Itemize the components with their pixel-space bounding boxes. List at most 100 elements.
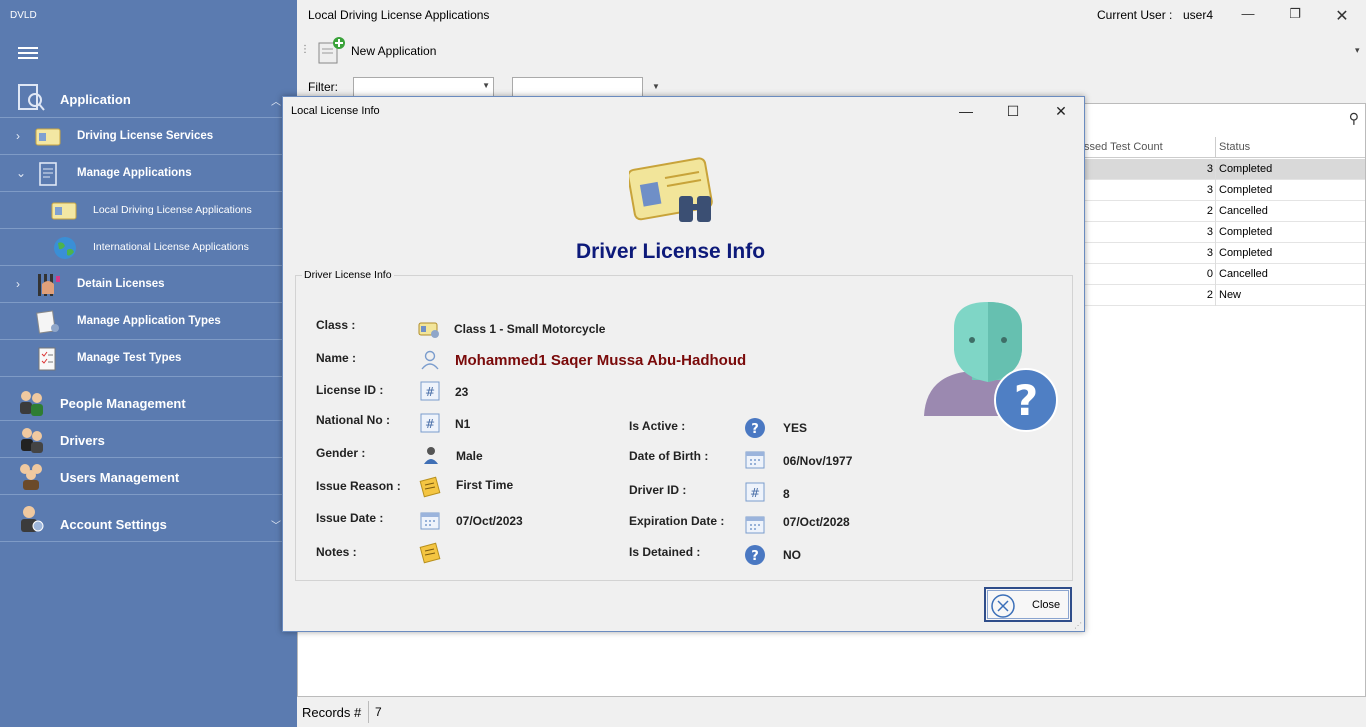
resize-grip[interactable]: ⋰	[1074, 621, 1082, 630]
cell-passed-test-count: 3	[1206, 247, 1213, 259]
svg-text:#: #	[425, 417, 435, 431]
sidebar: DVLD Application ︿ › Driving License Ser…	[0, 0, 297, 727]
minimize-icon[interactable]: —	[955, 103, 977, 119]
drivers-icon	[21, 428, 43, 453]
person-icon	[421, 350, 439, 370]
license-card-icon	[35, 128, 61, 146]
test-types-icon	[38, 347, 56, 371]
sidebar-group-label: Users Management	[60, 470, 180, 485]
restore-icon[interactable]: ❐	[1285, 6, 1305, 22]
globe-icon	[54, 237, 76, 259]
calendar-icon	[745, 451, 765, 469]
chevron-down-icon[interactable]: ⌄	[16, 166, 26, 180]
svg-text:#: #	[750, 486, 760, 500]
sidebar-group-application[interactable]: Application ︿	[0, 78, 287, 118]
id-number-icon: #	[745, 482, 765, 502]
sidebar-item-label: Driving License Services	[77, 130, 214, 142]
sidebar-item-driving-license-services[interactable]: › Driving License Services	[0, 119, 287, 155]
license-card-icon	[629, 157, 713, 222]
is-active-label: Is Active :	[629, 419, 686, 433]
menu-icon[interactable]	[18, 47, 38, 61]
maximize-icon[interactable]: ☐	[1002, 103, 1024, 120]
sidebar-group-users-management[interactable]: Users Management	[0, 458, 287, 495]
cell-passed-test-count: 3	[1206, 184, 1213, 196]
new-application-button[interactable]: New Application	[315, 34, 436, 68]
gender-value: Male	[456, 449, 483, 463]
current-user-value: user4	[1183, 8, 1214, 22]
account-settings-icon	[21, 506, 44, 532]
records-label: Records #	[302, 705, 362, 720]
cell-passed-test-count: 2	[1206, 205, 1213, 217]
cell-status: Completed	[1219, 163, 1273, 175]
sidebar-group-label: Account Settings	[60, 517, 167, 532]
chevron-down-icon[interactable]: ▼	[652, 82, 660, 91]
is-detained-value: NO	[783, 548, 801, 562]
sidebar-group-account-settings[interactable]: Account Settings ﹀	[0, 495, 287, 542]
close-button[interactable]: Close	[984, 587, 1072, 622]
gender-label: Gender :	[316, 446, 366, 460]
people-icon	[20, 391, 43, 416]
sidebar-item-manage-application-types[interactable]: Manage Application Types	[0, 304, 287, 340]
class-label: Class :	[316, 318, 356, 332]
application-types-icon	[36, 310, 59, 334]
sidebar-item-label: Manage Application Types	[77, 315, 221, 327]
question-icon: ?	[745, 545, 765, 565]
sidebar-item-detain-licenses[interactable]: › Detain Licenses	[0, 267, 287, 303]
class-value: Class 1 - Small Motorcycle	[454, 322, 606, 336]
calendar-icon	[745, 516, 765, 534]
name-label: Name :	[316, 351, 357, 365]
sidebar-group-people-management[interactable]: People Management	[0, 384, 287, 421]
users-icon	[20, 464, 42, 490]
new-application-label: New Application	[351, 44, 437, 58]
filter-column-select[interactable]: ▼	[353, 77, 494, 97]
cell-status: Completed	[1219, 226, 1273, 238]
column-header-status[interactable]: Status	[1219, 141, 1250, 153]
issue-reason-label: Issue Reason :	[316, 479, 401, 493]
cell-status: New	[1219, 289, 1242, 301]
minimize-icon[interactable]: —	[1238, 6, 1258, 21]
svg-text:#: #	[425, 385, 435, 399]
driver-license-info-group: Driver License Info Class : Class 1 - Sm…	[295, 269, 1073, 581]
chevron-up-icon[interactable]: ︿	[271, 93, 281, 108]
column-divider	[1215, 137, 1216, 158]
issue-reason-value: First Time	[456, 478, 514, 492]
close-button-label: Close	[1032, 599, 1061, 611]
filter-label: Filter:	[308, 80, 338, 94]
sidebar-group-label: Application	[60, 92, 131, 107]
chevron-right-icon[interactable]: ›	[16, 129, 20, 143]
chevron-right-icon[interactable]: ›	[16, 277, 20, 291]
app-title: DVLD	[10, 10, 37, 21]
sidebar-group-label: People Management	[60, 396, 186, 411]
sidebar-group-drivers[interactable]: Drivers	[0, 421, 287, 458]
cell-status: Completed	[1219, 184, 1273, 196]
chevron-down-icon[interactable]: ﹀	[271, 517, 281, 532]
group-title: Driver License Info	[302, 269, 394, 281]
sidebar-item-local-driving-license-applications[interactable]: Local Driving License Applications	[0, 193, 287, 229]
cell-status: Cancelled	[1219, 205, 1268, 217]
date-of-birth-label: Date of Birth :	[629, 449, 709, 463]
is-detained-label: Is Detained :	[629, 545, 701, 559]
filter-value-input[interactable]	[512, 77, 643, 97]
sidebar-item-international-license-applications[interactable]: International License Applications	[0, 230, 287, 266]
close-icon[interactable]: ✕	[1050, 103, 1072, 120]
new-application-icon	[318, 37, 345, 64]
local-license-info-dialog: Local License Info — ☐ ✕ Driver License …	[282, 96, 1085, 632]
column-header-passed-test-count[interactable]: ssed Test Count	[1084, 141, 1163, 153]
cell-passed-test-count: 3	[1206, 163, 1213, 175]
license-id-value: 23	[455, 385, 469, 399]
close-icon[interactable]: ✕	[1332, 6, 1352, 26]
cell-passed-test-count: 3	[1206, 226, 1213, 238]
notes-icon	[419, 476, 441, 498]
driver-id-label: Driver ID :	[629, 483, 687, 497]
dialog-title: Local License Info	[291, 105, 380, 117]
cell-status: Cancelled	[1219, 268, 1268, 280]
detain-hand-icon	[38, 274, 60, 296]
toolbar-overflow-icon[interactable]: ▾	[1355, 45, 1360, 56]
sidebar-item-manage-test-types[interactable]: Manage Test Types	[0, 341, 287, 377]
svg-text:?: ?	[751, 422, 759, 437]
records-count: 7	[375, 705, 382, 719]
person-icon	[424, 447, 438, 464]
sidebar-item-manage-applications[interactable]: ⌄ Manage Applications	[0, 156, 287, 192]
license-id-label: License ID :	[316, 383, 384, 397]
search-icon[interactable]: ⚲	[1349, 110, 1359, 127]
